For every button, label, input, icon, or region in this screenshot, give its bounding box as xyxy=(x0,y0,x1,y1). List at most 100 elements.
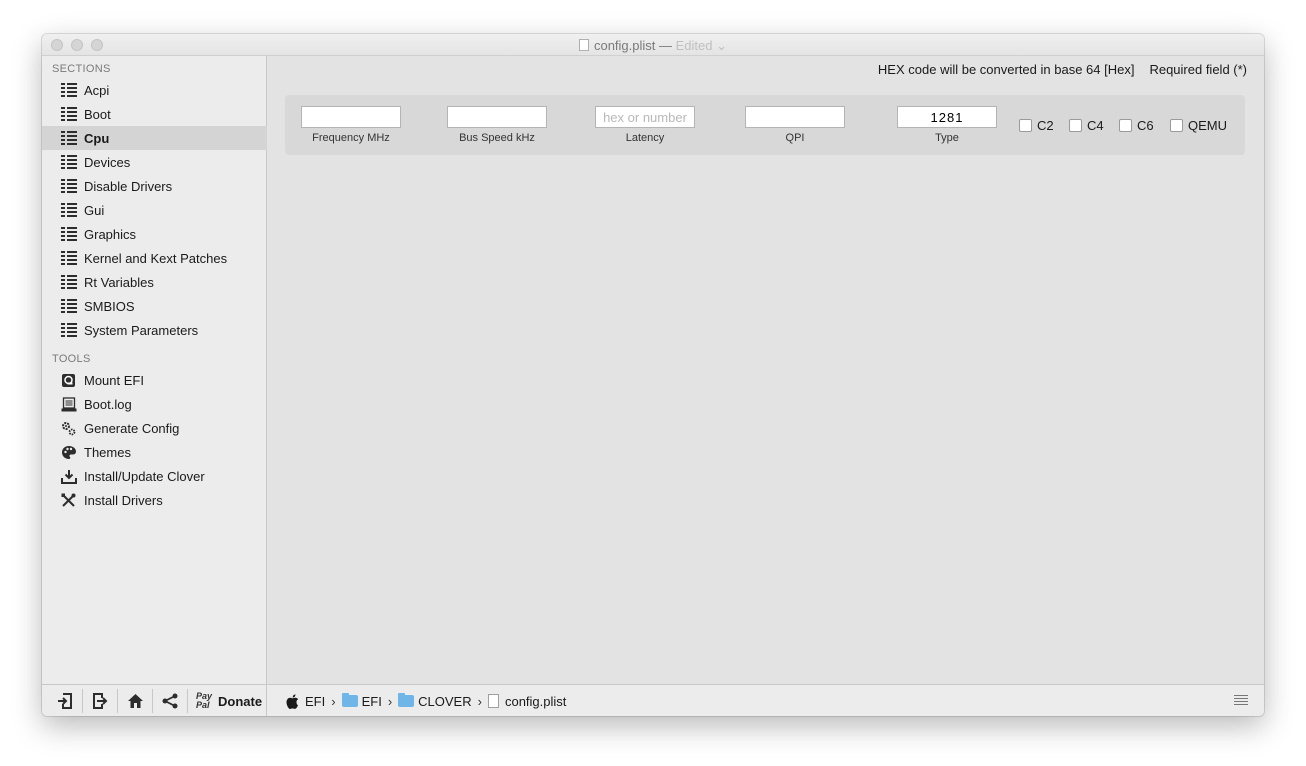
sidebar-item-label: Graphics xyxy=(84,226,137,242)
breadcrumb: EFI › EFI › CLOVER › config.plist xyxy=(286,685,566,716)
sidebar-item-mount-efi[interactable]: Mount EFI xyxy=(42,368,267,392)
sidebar-item-label: Cpu xyxy=(84,130,110,146)
window-title-text: config.plist xyxy=(593,38,656,53)
menu-icon[interactable] xyxy=(1234,695,1248,705)
latency-field: Latency xyxy=(595,106,695,144)
sidebar-item-kernel-and-kext-patches[interactable]: Kernel and Kext Patches xyxy=(42,246,267,270)
qpi-label: QPI xyxy=(785,132,805,144)
breadcrumb-clover-folder[interactable]: CLOVER › xyxy=(398,693,488,709)
donate-label: Donate xyxy=(218,693,263,709)
tools-icon xyxy=(60,493,77,508)
breadcrumb-separator: › xyxy=(387,693,393,709)
sidebar-item-label: Acpi xyxy=(84,82,110,98)
sidebar-item-boot[interactable]: Boot xyxy=(42,102,267,126)
chevron-down-icon[interactable]: ⌄ xyxy=(713,38,727,53)
c6-label: C6 xyxy=(1137,118,1154,133)
sidebar-item-gui[interactable]: Gui xyxy=(42,198,267,222)
window-title: config.plist — Edited ⌄ xyxy=(42,38,1264,54)
list-icon xyxy=(60,107,77,122)
c4-checkbox[interactable]: C4 xyxy=(1069,118,1104,133)
c2-checkbox[interactable]: C2 xyxy=(1019,118,1054,133)
breadcrumb-label: EFI xyxy=(305,693,326,709)
sidebar-item-label: Kernel and Kext Patches xyxy=(84,250,228,266)
qemu-label: QEMU xyxy=(1188,118,1227,133)
bottom-bar: Pay Pal Donate EFI › EFI › CLOVER › conf… xyxy=(42,684,1264,716)
home-icon xyxy=(127,694,143,708)
document-icon xyxy=(578,39,589,51)
hex-notice: HEX code will be converted in base 64 [H… xyxy=(877,62,1135,77)
share-icon xyxy=(162,693,178,709)
bus-speed-label: Bus Speed kHz xyxy=(459,132,535,144)
sidebar-item-install-update-clover[interactable]: Install/Update Clover xyxy=(42,464,267,488)
bus-speed-input[interactable] xyxy=(447,106,547,128)
list-icon xyxy=(60,131,77,146)
breadcrumb-separator: › xyxy=(331,693,336,709)
latency-input[interactable] xyxy=(595,106,695,128)
sidebar-item-label: Themes xyxy=(84,444,131,460)
breadcrumb-label: CLOVER xyxy=(418,693,472,709)
sidebar-item-system-parameters[interactable]: System Parameters xyxy=(42,318,267,342)
sidebar-item-boot-log[interactable]: Boot.log xyxy=(42,392,267,416)
sidebar-item-label: Generate Config xyxy=(84,420,180,436)
sidebar-item-graphics[interactable]: Graphics xyxy=(42,222,267,246)
sections-header: SECTIONS xyxy=(52,63,111,75)
file-icon xyxy=(487,694,499,708)
breadcrumb-label: EFI xyxy=(361,693,382,709)
list-icon xyxy=(60,299,77,314)
frequency-input[interactable] xyxy=(301,106,401,128)
sidebar-item-smbios[interactable]: SMBIOS xyxy=(42,294,267,318)
sidebar-item-label: Install Drivers xyxy=(84,492,163,508)
c6-checkbox[interactable]: C6 xyxy=(1119,118,1154,133)
paypal-icon: Pay Pal xyxy=(196,692,212,710)
gears-icon xyxy=(60,421,77,436)
type-input[interactable] xyxy=(897,106,997,128)
list-icon xyxy=(60,251,77,266)
breadcrumb-efi-folder[interactable]: EFI › xyxy=(341,693,399,709)
list-icon xyxy=(60,323,77,338)
import-button[interactable] xyxy=(48,689,83,713)
sidebar-item-label: Rt Variables xyxy=(84,274,154,290)
breadcrumb-volume[interactable]: EFI › xyxy=(286,694,342,709)
apple-icon xyxy=(286,693,299,709)
disk-icon xyxy=(60,373,77,388)
log-icon xyxy=(60,396,77,412)
title-separator: — xyxy=(659,38,673,53)
sidebar-item-disable-drivers[interactable]: Disable Drivers xyxy=(42,174,267,198)
export-button[interactable] xyxy=(83,689,118,713)
checkbox-box[interactable] xyxy=(1119,119,1132,132)
sidebar-item-themes[interactable]: Themes xyxy=(42,440,267,464)
sidebar-item-label: Mount EFI xyxy=(84,372,144,388)
notice-bar: HEX code will be converted in base 64 [H… xyxy=(878,62,1247,77)
sidebar-item-label: Boot xyxy=(84,106,111,122)
sidebar-item-label: Devices xyxy=(84,154,131,170)
checkbox-box[interactable] xyxy=(1170,119,1183,132)
list-icon xyxy=(60,275,77,290)
sidebar-item-install-drivers[interactable]: Install Drivers xyxy=(42,488,267,512)
folder-icon xyxy=(398,693,415,707)
sidebar: SECTIONS Acpi Boot Cpu Devices Disable D… xyxy=(42,56,267,684)
palette-icon xyxy=(60,445,77,460)
sidebar-item-label: SMBIOS xyxy=(84,298,135,314)
list-icon xyxy=(60,83,77,98)
share-button[interactable] xyxy=(153,689,188,713)
type-label: Type xyxy=(935,132,959,144)
breadcrumb-config-file[interactable]: config.plist xyxy=(487,693,567,709)
bottom-toolbar: Pay Pal Donate xyxy=(42,685,267,716)
sidebar-item-generate-config[interactable]: Generate Config xyxy=(42,416,267,440)
sidebar-item-rt-variables[interactable]: Rt Variables xyxy=(42,270,267,294)
sidebar-item-cpu[interactable]: Cpu xyxy=(42,126,267,150)
type-field: Type xyxy=(897,106,997,144)
home-button[interactable] xyxy=(118,689,153,713)
sidebar-item-devices[interactable]: Devices xyxy=(42,150,267,174)
checkbox-box[interactable] xyxy=(1069,119,1082,132)
sidebar-item-acpi[interactable]: Acpi xyxy=(42,78,267,102)
paypal-line-2: Pal xyxy=(196,700,210,710)
breadcrumb-label: config.plist xyxy=(504,693,567,709)
qpi-input[interactable] xyxy=(745,106,845,128)
sidebar-item-label: Install/Update Clover xyxy=(84,468,205,484)
checkbox-box[interactable] xyxy=(1019,119,1032,132)
breadcrumb-separator: › xyxy=(477,693,482,709)
donate-button[interactable]: Pay Pal Donate xyxy=(196,692,262,710)
edited-status[interactable]: Edited xyxy=(676,38,713,53)
qemu-checkbox[interactable]: QEMU xyxy=(1170,118,1227,133)
